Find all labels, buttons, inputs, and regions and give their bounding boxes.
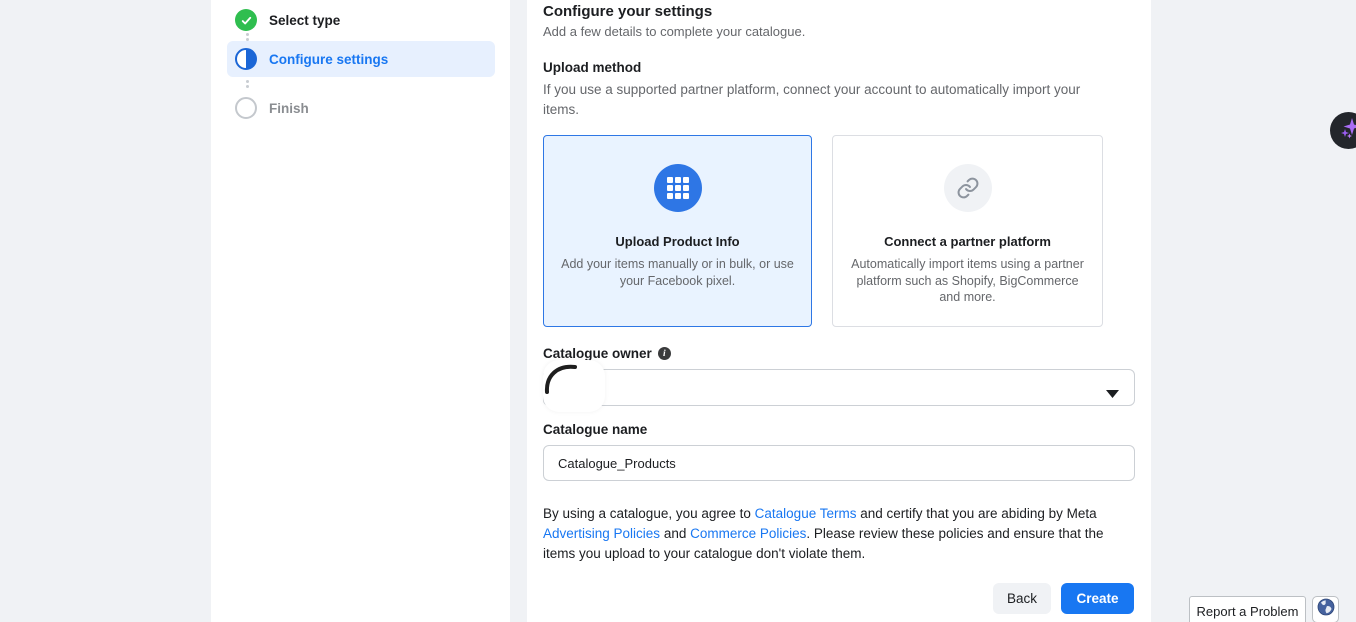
globe-icon — [1317, 598, 1335, 621]
check-icon — [235, 9, 257, 31]
page-subtitle: Add a few details to complete your catal… — [543, 24, 805, 39]
wizard-steps-sidebar: Select type Configure settings Finish — [211, 0, 510, 622]
catalogue-terms-link[interactable]: Catalogue Terms — [755, 506, 857, 521]
commerce-policies-link[interactable]: Commerce Policies — [690, 526, 806, 541]
legal-text-part: and certify that you are abiding by Meta — [856, 506, 1096, 521]
step-connector-dot — [246, 85, 249, 88]
page-title: Configure your settings — [543, 3, 712, 20]
upload-product-info-card[interactable]: Upload Product Info Add your items manua… — [543, 135, 812, 327]
configure-settings-panel: Configure your settings Add a few detail… — [527, 0, 1151, 622]
chevron-down-icon — [1106, 385, 1119, 403]
card-title: Connect a partner platform — [884, 234, 1051, 249]
catalogue-name-label: Catalogue name — [543, 422, 647, 437]
legal-text-part: and — [660, 526, 690, 541]
upload-method-description: If you use a supported partner platform,… — [543, 80, 1113, 120]
catalogue-name-input[interactable] — [543, 445, 1135, 481]
info-icon[interactable]: i — [658, 347, 671, 360]
step-connector-dot — [246, 33, 249, 36]
advertising-policies-link[interactable]: Advertising Policies — [543, 526, 660, 541]
connect-partner-platform-card[interactable]: Connect a partner platform Automatically… — [832, 135, 1103, 327]
sparkle-icon — [1336, 115, 1356, 146]
step-connector-dot — [246, 80, 249, 83]
card-title: Upload Product Info — [615, 234, 739, 249]
step-label: Configure settings — [269, 52, 388, 67]
link-icon — [944, 164, 992, 212]
step-configure-settings[interactable]: Configure settings — [227, 41, 495, 77]
back-button[interactable]: Back — [993, 583, 1051, 614]
step-label: Select type — [269, 13, 340, 28]
empty-circle-icon — [235, 97, 257, 119]
report-a-problem-button[interactable]: Report a Problem — [1189, 596, 1306, 622]
upload-method-label: Upload method — [543, 60, 641, 75]
legal-text: By using a catalogue, you agree to Catal… — [543, 504, 1135, 564]
card-description: Automatically import items using a partn… — [833, 256, 1102, 306]
catalogue-owner-select[interactable] — [543, 369, 1135, 406]
step-select-type[interactable]: Select type — [227, 2, 495, 38]
half-progress-icon — [235, 48, 257, 70]
step-finish[interactable]: Finish — [227, 90, 495, 126]
catalogue-owner-label: Catalogue owner — [543, 346, 652, 361]
language-button[interactable] — [1312, 596, 1339, 622]
card-description: Add your items manually or in bulk, or u… — [544, 256, 811, 289]
meta-ai-button[interactable] — [1330, 112, 1356, 149]
step-label: Finish — [269, 101, 309, 116]
create-button[interactable]: Create — [1061, 583, 1134, 614]
legal-text-part: By using a catalogue, you agree to — [543, 506, 755, 521]
grid-icon — [654, 164, 702, 212]
